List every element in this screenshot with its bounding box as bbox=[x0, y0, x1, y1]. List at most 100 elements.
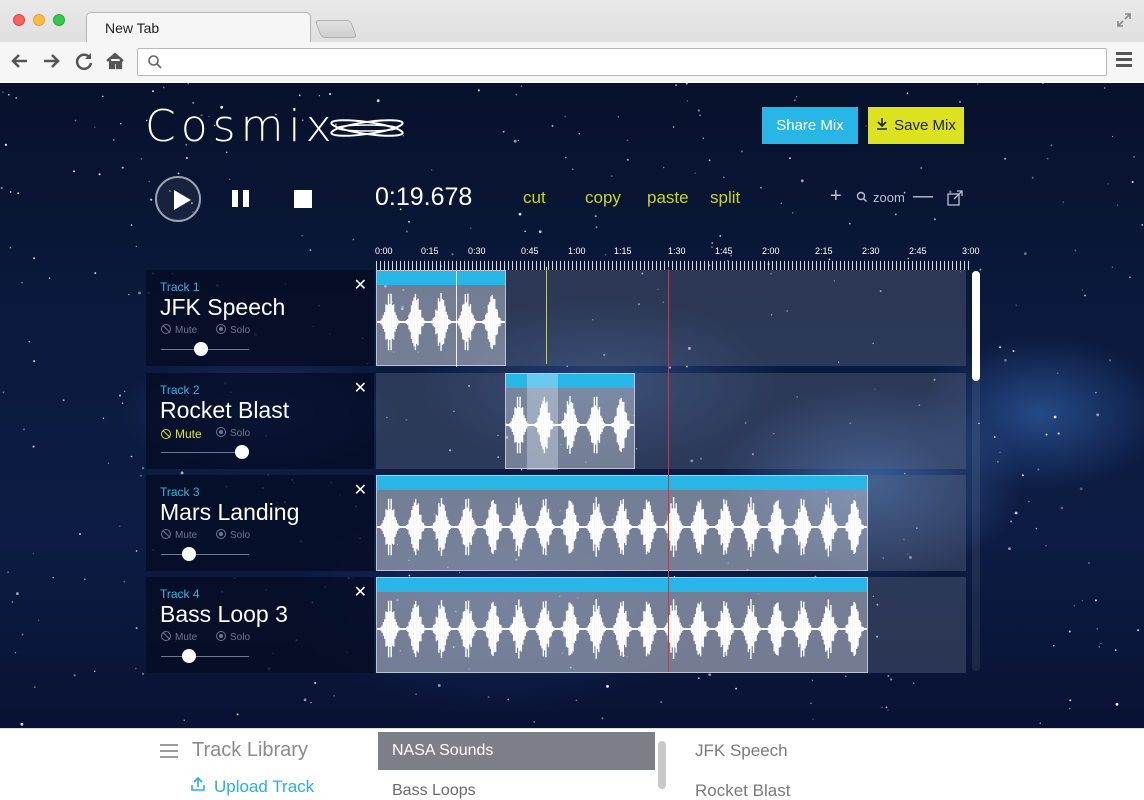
track-number: Track 2 bbox=[160, 383, 200, 397]
mute-toggle[interactable]: Mute bbox=[161, 427, 202, 441]
waveform bbox=[377, 293, 505, 351]
volume-slider[interactable] bbox=[161, 656, 249, 657]
cosmix-app: Cosmix Share Mix Save Mix 0:19.678 cut c… bbox=[0, 83, 1144, 728]
browser-tab[interactable]: New Tab bbox=[86, 12, 311, 42]
split-button[interactable]: split bbox=[710, 188, 740, 208]
mute-icon bbox=[161, 529, 171, 539]
magnifier-icon bbox=[856, 191, 868, 206]
track-number: Track 3 bbox=[160, 485, 200, 499]
solo-toggle[interactable]: Solo bbox=[216, 631, 250, 643]
library-scrollbar[interactable] bbox=[658, 741, 666, 789]
solo-label: Solo bbox=[230, 632, 251, 643]
library-category[interactable]: NASA Sounds bbox=[378, 732, 655, 770]
track-library: Track Library Upload Track NASA Sounds B… bbox=[0, 728, 1144, 800]
clip-handle[interactable] bbox=[377, 578, 867, 592]
waveform bbox=[506, 396, 634, 454]
track-lane[interactable] bbox=[376, 373, 966, 470]
address-bar[interactable] bbox=[137, 48, 1107, 76]
volume-slider-thumb[interactable] bbox=[234, 445, 249, 459]
solo-icon bbox=[216, 324, 226, 334]
playhead[interactable] bbox=[668, 267, 669, 672]
play-button[interactable] bbox=[155, 176, 201, 222]
fullscreen-icon[interactable] bbox=[1116, 12, 1132, 28]
mute-toggle[interactable]: Mute bbox=[161, 529, 197, 541]
ruler-label: 2:45 bbox=[909, 246, 927, 256]
clip-handle[interactable] bbox=[377, 476, 867, 490]
mute-icon bbox=[161, 631, 171, 641]
solo-label: Solo bbox=[230, 428, 251, 439]
pause-button[interactable] bbox=[232, 190, 249, 207]
zoom-out-button[interactable]: — bbox=[913, 185, 933, 208]
library-title: Track Library bbox=[192, 739, 308, 761]
solo-toggle[interactable]: Solo bbox=[216, 529, 250, 541]
share-mix-button[interactable]: Share Mix bbox=[762, 107, 858, 144]
browser-chrome: New Tab bbox=[0, 0, 1144, 82]
mute-label: Mute bbox=[175, 530, 198, 541]
clip-handle[interactable] bbox=[377, 271, 505, 285]
library-track-item[interactable]: JFK Speech bbox=[695, 741, 788, 761]
close-icon[interactable]: ✕ bbox=[354, 275, 367, 295]
window-minimize-button[interactable] bbox=[33, 14, 45, 26]
window-close-button[interactable] bbox=[13, 14, 25, 26]
track-lane[interactable] bbox=[376, 270, 966, 367]
mute-toggle[interactable]: Mute bbox=[161, 324, 197, 336]
ruler-label: 0:45 bbox=[521, 246, 539, 256]
close-icon[interactable]: ✕ bbox=[354, 378, 367, 398]
upload-track-button[interactable]: Upload Track bbox=[190, 776, 314, 797]
zoom-in-button[interactable]: + bbox=[830, 185, 842, 208]
volume-slider[interactable] bbox=[161, 554, 249, 555]
track-panel: Track 2 Rocket Blast ✕ Mute Solo bbox=[146, 373, 374, 469]
forward-icon[interactable] bbox=[40, 50, 62, 72]
volume-slider-thumb[interactable] bbox=[182, 547, 197, 561]
library-category[interactable]: Bass Loops bbox=[378, 772, 655, 800]
loop-marker[interactable] bbox=[546, 267, 547, 364]
new-tab-button[interactable] bbox=[314, 20, 358, 38]
stop-button[interactable] bbox=[294, 190, 312, 208]
cut-button[interactable]: cut bbox=[523, 188, 546, 208]
track-name: Bass Loop 3 bbox=[160, 601, 288, 627]
track-lane[interactable] bbox=[376, 577, 966, 673]
window-maximize-button[interactable] bbox=[53, 14, 65, 26]
solo-icon bbox=[216, 529, 226, 539]
solo-label: Solo bbox=[230, 325, 251, 336]
audio-clip[interactable] bbox=[376, 577, 868, 673]
waveform bbox=[377, 599, 867, 659]
solo-toggle[interactable]: Solo bbox=[216, 427, 250, 439]
close-icon[interactable]: ✕ bbox=[354, 480, 367, 500]
tracks-scrollbar[interactable] bbox=[972, 271, 980, 671]
search-icon bbox=[147, 54, 163, 70]
audio-clip[interactable] bbox=[505, 373, 635, 470]
ruler-label: 1:30 bbox=[668, 246, 686, 256]
ruler-label: 2:15 bbox=[815, 246, 833, 256]
audio-clip[interactable] bbox=[376, 270, 506, 367]
track-number: Track 4 bbox=[160, 587, 200, 601]
upload-icon bbox=[190, 776, 206, 797]
tracks-scrollbar-thumb[interactable] bbox=[972, 271, 980, 381]
clip-handle[interactable] bbox=[506, 374, 634, 388]
ruler-label: 2:30 bbox=[862, 246, 880, 256]
home-icon[interactable] bbox=[104, 50, 126, 72]
library-menu-icon[interactable] bbox=[160, 744, 178, 758]
solo-toggle[interactable]: Solo bbox=[216, 324, 250, 336]
volume-slider-thumb[interactable] bbox=[193, 342, 208, 356]
ruler-label: 1:15 bbox=[614, 246, 632, 256]
track-lane[interactable] bbox=[376, 475, 966, 571]
ruler-label: 2:00 bbox=[762, 246, 780, 256]
browser-menu-icon[interactable] bbox=[1116, 52, 1132, 70]
timeline-ruler[interactable]: 0:00 0:15 0:30 0:45 1:00 1:15 1:30 1:45 … bbox=[375, 246, 980, 270]
volume-slider-thumb[interactable] bbox=[182, 649, 197, 663]
copy-button[interactable]: copy bbox=[585, 188, 621, 208]
library-track-item[interactable]: Rocket Blast bbox=[695, 781, 790, 800]
zoom-label: zoom bbox=[873, 190, 905, 205]
close-icon[interactable]: ✕ bbox=[354, 582, 367, 602]
ruler-ticks bbox=[376, 261, 972, 270]
mute-label: Mute bbox=[175, 325, 198, 336]
paste-button[interactable]: paste bbox=[647, 188, 689, 208]
zoom-fit-icon[interactable] bbox=[946, 189, 964, 207]
reload-icon[interactable] bbox=[73, 50, 95, 72]
ruler-label: 1:45 bbox=[715, 246, 733, 256]
back-icon[interactable] bbox=[9, 50, 31, 72]
save-mix-button[interactable]: Save Mix bbox=[868, 107, 964, 144]
audio-clip[interactable] bbox=[376, 475, 868, 571]
mute-toggle[interactable]: Mute bbox=[161, 631, 197, 643]
